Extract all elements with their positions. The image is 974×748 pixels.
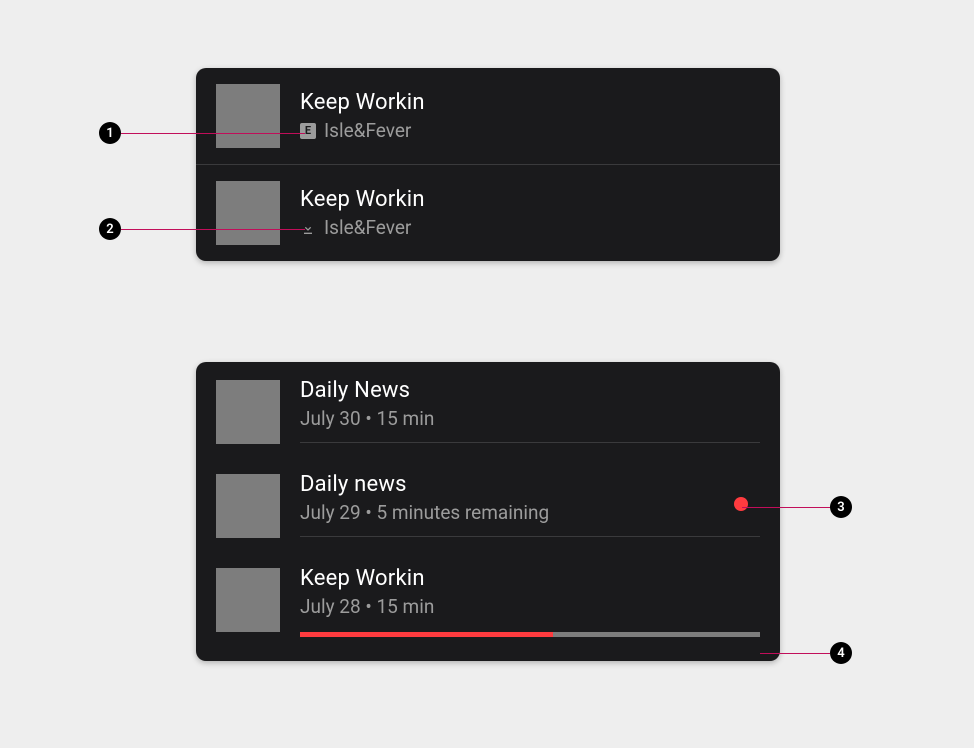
episode-title: Keep Workin [300, 566, 760, 591]
annotation-lead [121, 133, 305, 134]
annotation-marker: 1 [99, 122, 121, 144]
track-meta: Keep Workin E Isle&Fever [300, 90, 760, 142]
annotation-lead [121, 229, 305, 230]
annotation-lead [760, 653, 830, 654]
progress-track[interactable] [300, 632, 760, 637]
episode-subtitle: July 30 • 15 min [300, 407, 760, 430]
episode-meta: Daily News July 30 • 15 min [300, 378, 760, 443]
track-title: Keep Workin [300, 187, 760, 212]
episode-title: Daily News [300, 378, 760, 403]
track-subtitle: Isle&Fever [300, 216, 760, 239]
annotation-lead [742, 507, 830, 508]
now-playing-dot-icon [734, 497, 748, 511]
episode-row[interactable]: Daily news July 29 • 5 minutes remaining [196, 456, 780, 550]
tracks-card: Keep Workin E Isle&Fever Keep Workin Isl… [196, 68, 780, 261]
downloaded-icon [300, 220, 316, 236]
episode-row[interactable]: Keep Workin July 28 • 15 min [196, 550, 780, 661]
episodes-card: Daily News July 30 • 15 min Daily news J… [196, 362, 780, 661]
album-art [216, 84, 280, 148]
track-row[interactable]: Keep Workin Isle&Fever [196, 164, 780, 261]
track-subtitle: E Isle&Fever [300, 119, 760, 142]
progress-fill [300, 632, 553, 637]
episode-meta: Daily news July 29 • 5 minutes remaining [300, 472, 760, 537]
track-artist: Isle&Fever [324, 119, 411, 142]
episode-art [216, 474, 280, 538]
episode-subtitle: July 28 • 15 min [300, 595, 760, 618]
episode-art [216, 380, 280, 444]
track-artist: Isle&Fever [324, 216, 411, 239]
track-meta: Keep Workin Isle&Fever [300, 187, 760, 239]
album-art [216, 181, 280, 245]
episode-row[interactable]: Daily News July 30 • 15 min [196, 362, 780, 456]
episode-title: Daily news [300, 472, 720, 497]
annotation-marker: 2 [99, 218, 121, 240]
episode-art [216, 568, 280, 632]
track-title: Keep Workin [300, 90, 760, 115]
track-row[interactable]: Keep Workin E Isle&Fever [196, 68, 780, 164]
annotation-marker: 4 [830, 642, 852, 664]
explicit-icon: E [300, 123, 316, 139]
episode-subtitle: July 29 • 5 minutes remaining [300, 501, 720, 524]
episode-meta: Keep Workin July 28 • 15 min [300, 566, 760, 649]
annotation-marker: 3 [830, 496, 852, 518]
